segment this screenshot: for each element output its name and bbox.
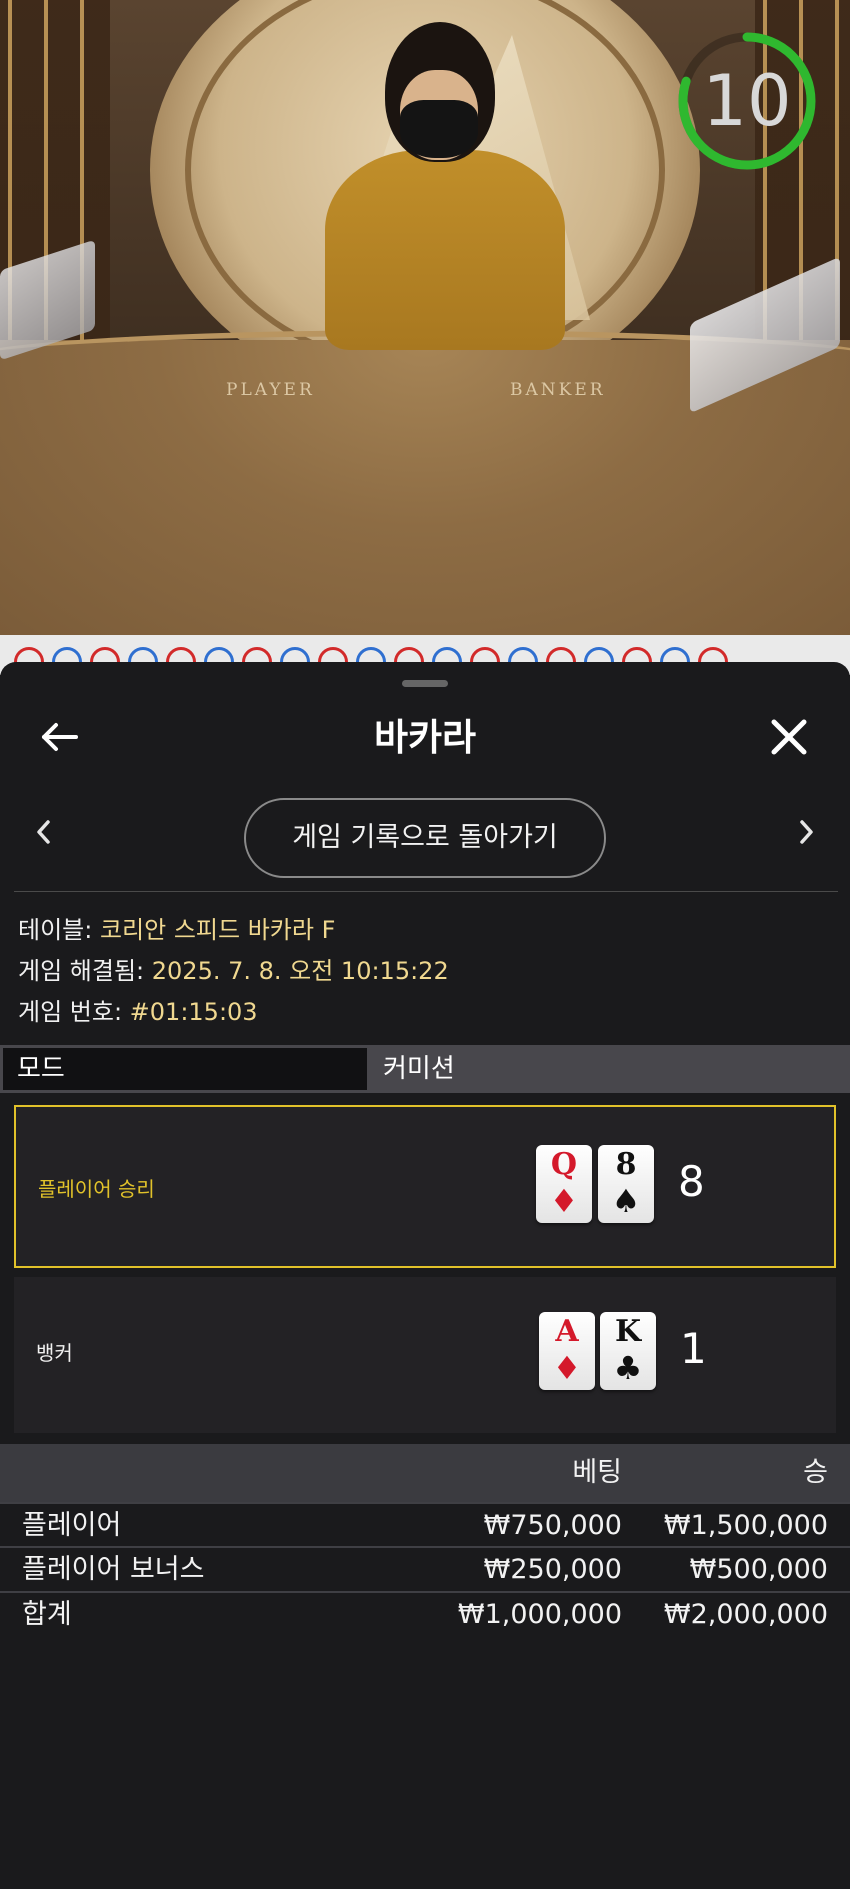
mode-row: 모드 커미션 <box>0 1045 850 1093</box>
back-to-history-button[interactable]: 게임 기록으로 돌아가기 <box>244 798 606 878</box>
mode-label: 모드 <box>3 1048 367 1090</box>
table-label-player: PLAYER <box>226 380 315 400</box>
banker-result-row: 뱅커 A ♦ K ♣ 1 <box>14 1277 836 1433</box>
diamond-suit-icon: ♦ <box>552 1349 582 1387</box>
banker-card-2: K ♣ <box>600 1312 656 1390</box>
info-table-value: 코리안 스피드 바카라 F <box>92 916 336 944</box>
total-bet-amount: ₩1,000,000 <box>457 1599 622 1630</box>
player-card-2: 8 ♠ <box>598 1145 654 1223</box>
chevron-left-icon[interactable] <box>26 810 62 854</box>
banker-card-1: A ♦ <box>539 1312 595 1390</box>
bets-header-win: 승 <box>803 1457 828 1488</box>
bet-name: 플레이어 보너스 <box>22 1554 205 1585</box>
player-result-label: 플레이어 승리 <box>38 1177 155 1201</box>
mode-value: 커미션 <box>383 1054 455 1084</box>
chevron-right-icon[interactable] <box>788 810 824 854</box>
info-table: 테이블: 코리안 스피드 바카라 F <box>18 910 335 945</box>
live-video-feed: PLAYER BANKER 10 <box>0 0 850 635</box>
info-number-label: 게임 번호: <box>18 998 123 1026</box>
bets-table-header: 베팅 승 <box>0 1444 850 1502</box>
drag-handle[interactable] <box>402 680 448 687</box>
divider <box>14 891 838 892</box>
card-rank: K <box>614 1314 642 1349</box>
win-amount: ₩1,500,000 <box>663 1510 828 1541</box>
club-suit-icon: ♣ <box>613 1349 643 1387</box>
banker-score: 1 <box>680 1324 707 1373</box>
close-icon[interactable] <box>764 712 814 762</box>
bet-amount: ₩250,000 <box>483 1554 622 1585</box>
info-resolved-value: 2025. 7. 8. 오전 10:15:22 <box>144 957 449 985</box>
win-amount: ₩500,000 <box>689 1554 828 1585</box>
banker-result-label: 뱅커 <box>36 1341 73 1365</box>
player-card-1: Q ♦ <box>536 1145 592 1223</box>
spade-suit-icon: ♠ <box>611 1182 641 1220</box>
page-title: 바카라 <box>373 716 477 759</box>
player-score: 8 <box>678 1157 705 1206</box>
bet-name: 플레이어 <box>22 1510 122 1541</box>
total-row: 합계 ₩1,000,000 ₩2,000,000 <box>0 1591 850 1635</box>
info-resolved: 게임 해결됨: 2025. 7. 8. 오전 10:15:22 <box>18 951 449 986</box>
total-label: 합계 <box>22 1599 72 1630</box>
diamond-suit-icon: ♦ <box>549 1182 579 1220</box>
info-number-value: #01:15:03 <box>122 998 258 1026</box>
info-game-number: 게임 번호: #01:15:03 <box>18 992 258 1027</box>
table-row: 플레이어 ₩750,000 ₩1,500,000 <box>0 1502 850 1546</box>
dealer-mask <box>400 100 478 158</box>
info-resolved-label: 게임 해결됨: <box>18 957 145 985</box>
game-history-panel: 바카라 게임 기록으로 돌아가기 테이블: 코리안 스피드 바카라 F 게임 해… <box>0 662 850 1889</box>
table-label-banker: BANKER <box>510 380 606 400</box>
player-result-row: 플레이어 승리 Q ♦ 8 ♠ 8 <box>14 1105 836 1268</box>
bet-amount: ₩750,000 <box>483 1510 622 1541</box>
card-rank: 8 <box>615 1147 637 1182</box>
countdown-timer-value: 10 <box>702 60 792 142</box>
table-row: 플레이어 보너스 ₩250,000 ₩500,000 <box>0 1546 850 1590</box>
info-table-label: 테이블: <box>18 916 93 944</box>
card-rank: Q <box>550 1147 578 1182</box>
total-win-amount: ₩2,000,000 <box>663 1599 828 1630</box>
dealer-body <box>325 150 565 350</box>
bets-header-bet: 베팅 <box>572 1457 622 1488</box>
card-rank: A <box>555 1314 579 1349</box>
